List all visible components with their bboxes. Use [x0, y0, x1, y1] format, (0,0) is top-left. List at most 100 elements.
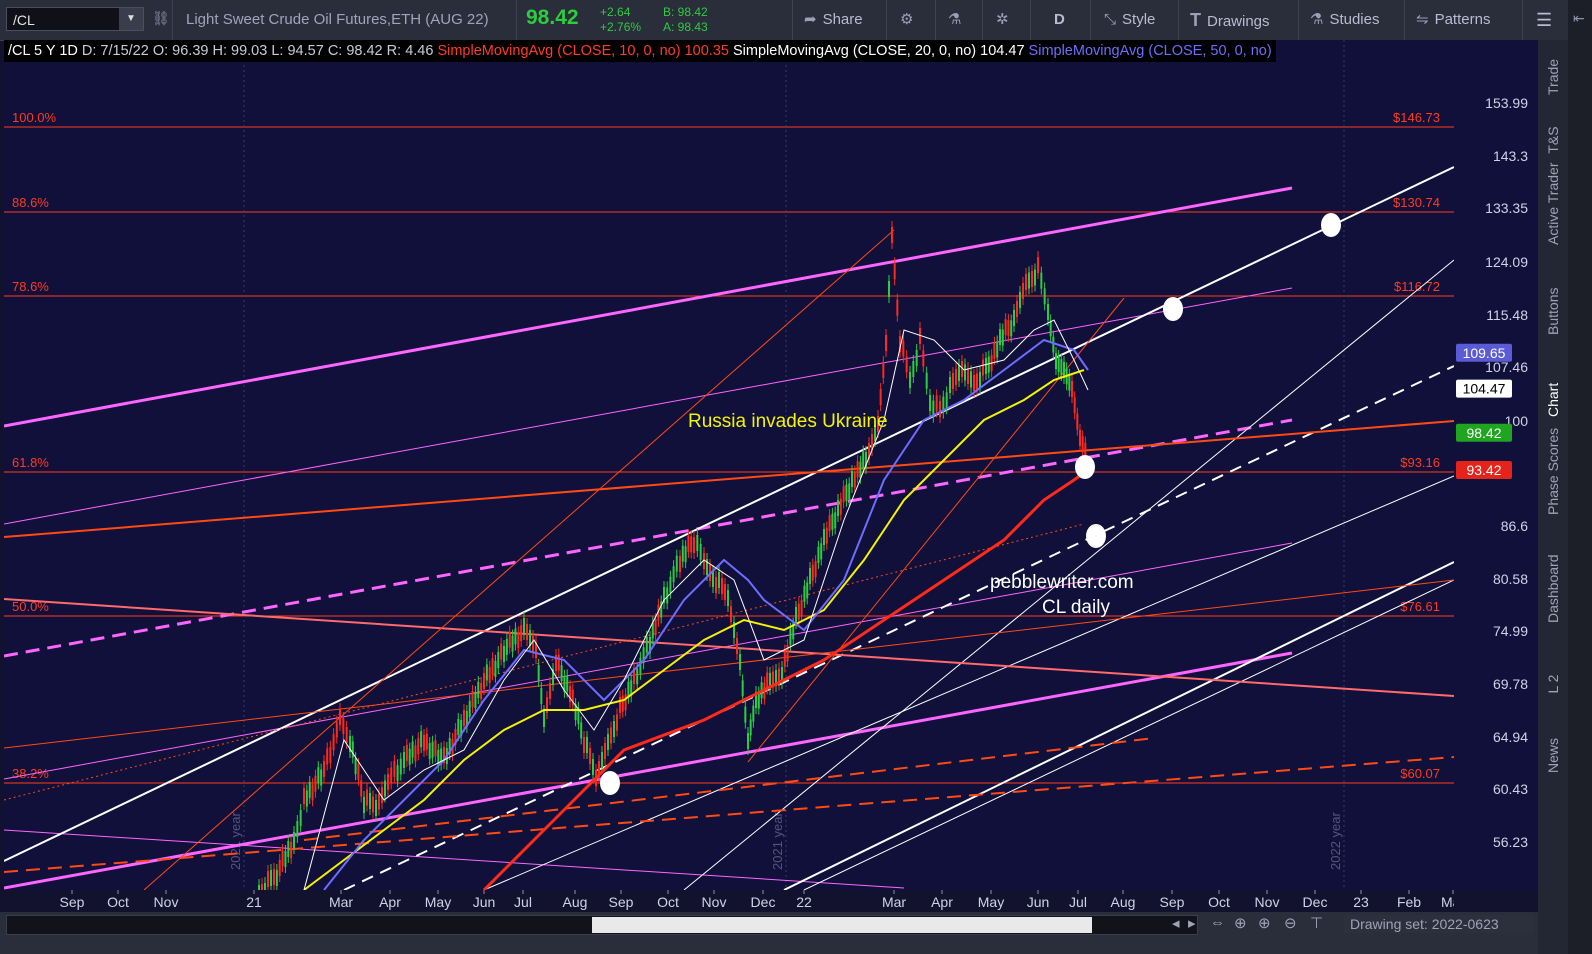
sidebar-tab-l-2[interactable]: L 2	[1538, 675, 1568, 694]
candle-body	[296, 821, 299, 837]
studies-button[interactable]: ⚗ Studies	[1310, 0, 1380, 40]
sma20-value: 104.47	[980, 43, 1025, 59]
drawing-set-selector[interactable]: Drawing set: 2022-0623	[1344, 915, 1534, 933]
y-tick-label: 69.78	[1493, 676, 1528, 692]
candle-body	[939, 401, 941, 417]
scroll-right-icon[interactable]: ▸	[1188, 914, 1196, 932]
drawings-button[interactable]: T Drawings	[1190, 0, 1270, 40]
crosshair-icon[interactable]: ⊕	[1234, 914, 1247, 932]
candle-body	[891, 227, 893, 243]
candle-body	[549, 683, 551, 699]
candle-body	[414, 745, 417, 762]
price-axis[interactable]: 153.99 143.3 133.35 124.09 115.48 107.46 100 86…	[1454, 40, 1538, 890]
candle-body	[823, 529, 825, 545]
candle-body	[471, 691, 474, 707]
candle-body	[372, 796, 374, 813]
time-axis[interactable]: Sep Oct Nov 21 Mar Apr May Jun Jul Aug Sep Oct Nov De…	[4, 890, 1465, 912]
sidebar-tab-dashboard[interactable]: Dashboard	[1538, 555, 1568, 624]
candle-body	[1079, 430, 1081, 446]
trend-line	[3, 287, 1293, 525]
candle-body	[1001, 329, 1004, 346]
candle-body	[560, 665, 563, 682]
candle-body	[351, 741, 354, 758]
menu-button[interactable]: ☰	[1536, 0, 1552, 40]
patterns-button[interactable]: ⇋ Patterns	[1416, 0, 1490, 40]
date-value: D: 7/15/22	[81, 43, 149, 59]
candle-body	[654, 619, 657, 636]
candle-body	[955, 369, 957, 385]
candle-body	[339, 709, 341, 725]
cursor-icon[interactable]: ⊤	[1310, 914, 1323, 932]
candle-body	[882, 362, 885, 378]
site-annotation: pebblewriter.com	[990, 572, 1134, 593]
net-change: +2.64 +2.76%	[600, 5, 642, 34]
candle-body	[273, 869, 275, 885]
candle-body	[523, 618, 525, 634]
candle-body	[514, 628, 517, 645]
candle-body	[718, 572, 720, 588]
sidebar-tab-news[interactable]: News	[1538, 738, 1568, 773]
candle-body	[463, 710, 465, 726]
x-tick-label: May	[425, 894, 451, 910]
open-value: O: 96.39	[152, 43, 209, 59]
candle-body	[803, 585, 806, 602]
flask-button[interactable]: ⚗	[948, 0, 967, 40]
candle-body	[945, 392, 948, 409]
chart-area[interactable]: 100.0% $146.73 88.6% $130.74 78.6% $116.72 61.…	[3, 40, 1455, 907]
candle-body	[491, 658, 494, 675]
sma50-label: SimpleMovingAvg (CLOSE, 50, 0, no)	[1028, 43, 1272, 59]
candle-body	[468, 701, 471, 717]
x-tick-label: Sep	[609, 894, 634, 910]
scroll-left-icon[interactable]: ◂	[1172, 914, 1180, 932]
x-tick-label: Mar	[882, 894, 906, 910]
chart-settings-button[interactable]: ⚙	[900, 0, 919, 40]
top-toolbar: /CL ▼ ⛓ Light Sweet Crude Oil Futures,ET…	[0, 0, 1592, 41]
x-tick-label: May	[978, 894, 1004, 910]
right-sidebar: Trade T&S Active Trader Buttons Chart Phase S…	[1538, 40, 1568, 954]
candle-body	[712, 571, 714, 587]
zoom-in-icon[interactable]: ⊕	[1258, 914, 1271, 932]
zoom-out-icon[interactable]: ⊖	[1284, 914, 1297, 932]
gear-button[interactable]: ✲	[996, 0, 1015, 40]
trend-line	[747, 297, 1125, 763]
candle-body	[278, 860, 281, 876]
candle-body	[912, 361, 915, 377]
x-tick-label: Oct	[1208, 894, 1230, 910]
candle-body	[675, 555, 678, 572]
candle-body	[281, 850, 284, 866]
price-badge-text: 98.42	[1466, 425, 1501, 441]
sidebar-tab-active-trader[interactable]: Active Trader	[1538, 163, 1568, 245]
marker-dot	[600, 771, 620, 795]
arrows-icon[interactable]: ⇔	[1210, 914, 1225, 931]
candle-body	[973, 375, 975, 391]
chevron-down-icon[interactable]: ▼	[119, 8, 143, 30]
russia-annotation: Russia invades Ukraine	[688, 411, 888, 432]
candle-body	[526, 624, 528, 640]
candle-body	[474, 692, 477, 708]
link-icon[interactable]: ⛓	[152, 10, 170, 27]
sidebar-tab-chart[interactable]: Chart	[1538, 383, 1568, 417]
x-tick-label: Oct	[657, 894, 679, 910]
scroll-thumb[interactable]	[592, 917, 1092, 933]
price-chart[interactable]: 100.0% $146.73 88.6% $130.74 78.6% $116.72 61.…	[3, 40, 1455, 907]
sidebar-tab-buttons[interactable]: Buttons	[1538, 288, 1568, 335]
period-button[interactable]: D	[1054, 0, 1065, 40]
candle-body	[345, 727, 348, 743]
share-button[interactable]: ➦ Share	[804, 0, 863, 40]
x-tick-label: Sep	[60, 894, 85, 910]
style-button[interactable]: ⤡ Style	[1104, 0, 1155, 40]
expand-icon[interactable]: ⇤	[1573, 10, 1585, 27]
price-badge-text: 93.42	[1466, 462, 1501, 478]
sidebar-tab-phase-scores[interactable]: Phase Scores	[1538, 428, 1568, 515]
candle-body	[853, 471, 856, 488]
sidebar-tab-t-s[interactable]: T&S	[1538, 126, 1568, 153]
x-tick-label: Jul	[1069, 894, 1087, 910]
candle-body	[366, 789, 368, 806]
symbol-input[interactable]: /CL ▼	[6, 7, 144, 31]
candle-body	[1043, 288, 1046, 305]
candle-body	[381, 787, 383, 803]
sma20-label: SimpleMovingAvg (CLOSE, 20, 0, no)	[733, 43, 977, 59]
sidebar-tab-trade[interactable]: Trade	[1538, 59, 1568, 95]
candle-body	[354, 758, 357, 775]
chart-scrollbar[interactable]	[6, 915, 1198, 935]
